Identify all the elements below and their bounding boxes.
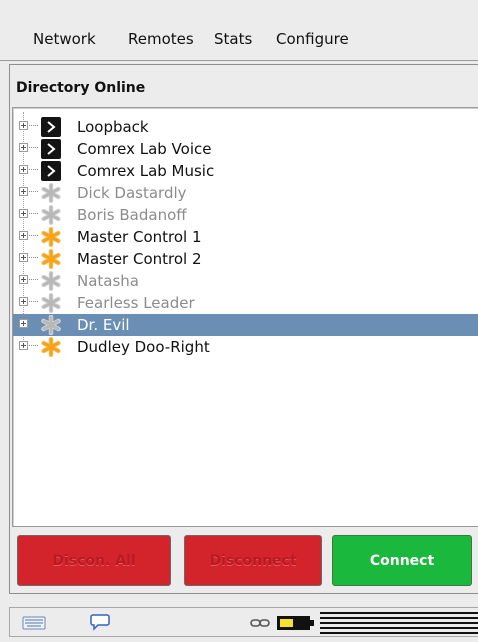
menu-network[interactable]: Network [33, 30, 96, 48]
terminal-icon [41, 161, 61, 181]
tree-row[interactable]: Fearless Leader [13, 292, 478, 314]
meter-line [320, 612, 478, 614]
expand-icon[interactable] [19, 297, 28, 306]
menu-divider [0, 60, 478, 61]
tree-row-label: Loopback [77, 118, 149, 136]
tree-connector [29, 169, 38, 171]
tree-row[interactable]: Loopback [13, 116, 478, 138]
gray-asterisk-icon [41, 182, 61, 204]
terminal-icon [41, 117, 61, 137]
tree-row-label: Master Control 1 [77, 228, 202, 246]
orange-asterisk-icon [41, 248, 61, 270]
chat-bubble-icon[interactable] [90, 612, 110, 632]
expand-icon[interactable] [19, 121, 28, 130]
tree-connector [29, 323, 38, 325]
directory-panel: Directory Online Loopback Comrex Lab Voic… [9, 64, 478, 594]
tree-connector [29, 257, 38, 259]
tree-row-label: Master Control 2 [77, 250, 202, 268]
tree-connector [29, 279, 38, 281]
tree-row[interactable]: Master Control 2 [13, 248, 478, 270]
tree-row-label: Dudley Doo-Right [77, 338, 210, 356]
tree-connector [29, 125, 38, 127]
meter-line [320, 622, 478, 624]
directory-tree[interactable]: Loopback Comrex Lab Voice Comrex Lab Music… [12, 107, 478, 527]
menu-configure[interactable]: Configure [276, 30, 349, 48]
tree-row-label: Natasha [77, 272, 139, 290]
meter-line [320, 617, 478, 619]
tree-connector [29, 147, 38, 149]
status-bar [0, 598, 478, 642]
gray-asterisk-icon [41, 204, 61, 226]
expand-icon[interactable] [19, 319, 28, 328]
menu-remotes[interactable]: Remotes [128, 30, 194, 48]
orange-asterisk-icon [41, 226, 61, 248]
tree-connector [29, 191, 38, 193]
meter-line [320, 627, 478, 629]
link-icon [250, 619, 270, 627]
expand-icon[interactable] [19, 275, 28, 284]
gray-asterisk-icon [41, 292, 61, 314]
tree-connector [29, 345, 38, 347]
tree-row[interactable]: Dudley Doo-Right [13, 336, 478, 358]
expand-icon[interactable] [19, 253, 28, 262]
gray-asterisk-icon [41, 314, 61, 336]
tree-connector [29, 213, 38, 215]
keyboard-icon[interactable] [22, 615, 46, 631]
terminal-icon [41, 139, 61, 159]
tree-row[interactable]: Dr. Evil [13, 314, 478, 336]
battery-level-icon [277, 616, 314, 630]
panel-title: Directory Online [16, 80, 146, 96]
expand-icon[interactable] [19, 187, 28, 196]
tree-row[interactable]: Comrex Lab Music [13, 160, 478, 182]
menu-bar: Network Remotes Stats Configure [0, 0, 478, 60]
menu-stats[interactable]: Stats [214, 30, 252, 48]
tree-row-label: Dick Dastardly [77, 184, 187, 202]
tree-row[interactable]: Natasha [13, 270, 478, 292]
expand-icon[interactable] [19, 143, 28, 152]
tree-row-label: Comrex Lab Voice [77, 140, 212, 158]
tree-row-label: Comrex Lab Music [77, 162, 215, 180]
tree-row[interactable]: Boris Badanoff [13, 204, 478, 226]
meter-line [320, 632, 478, 634]
tree-row[interactable]: Dick Dastardly [13, 182, 478, 204]
connect-button[interactable]: Connect [332, 535, 472, 586]
tree-row-label: Fearless Leader [77, 294, 195, 312]
tree-connector [29, 235, 38, 237]
expand-icon[interactable] [19, 165, 28, 174]
expand-icon[interactable] [19, 209, 28, 218]
expand-icon[interactable] [19, 341, 28, 350]
tree-row-label: Boris Badanoff [77, 206, 187, 224]
disconnect-button[interactable]: Disconnect [184, 535, 322, 586]
tree-row-label: Dr. Evil [77, 316, 130, 334]
tree-row[interactable]: Comrex Lab Voice [13, 138, 478, 160]
expand-icon[interactable] [19, 231, 28, 240]
orange-asterisk-icon [41, 336, 61, 358]
status-inner [9, 607, 478, 637]
tree-row[interactable]: Master Control 1 [13, 226, 478, 248]
gray-asterisk-icon [41, 270, 61, 292]
tree-connector [29, 301, 38, 303]
disconnect-all-button[interactable]: Discon. All [17, 535, 171, 586]
